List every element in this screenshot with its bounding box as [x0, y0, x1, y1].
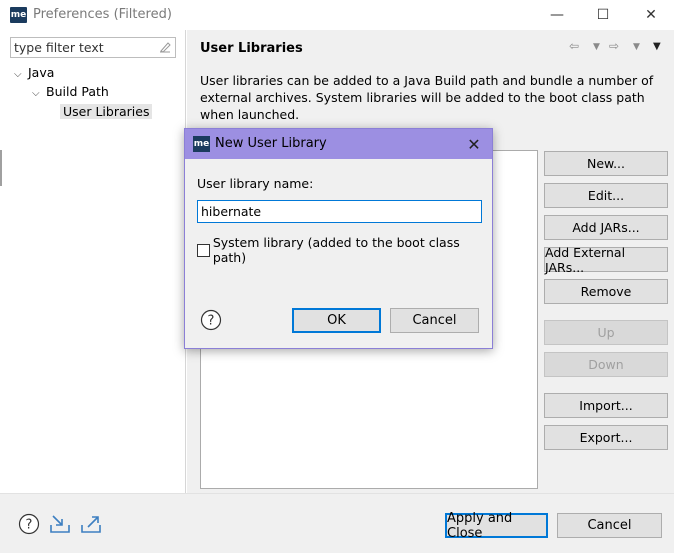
dialog-close-icon[interactable]: ✕: [464, 134, 484, 154]
expand-arrow-icon[interactable]: ⌵: [14, 65, 28, 85]
export-preferences-icon[interactable]: [80, 513, 102, 535]
library-name-label: User library name:: [197, 176, 314, 191]
dialog-titlebar: me New User Library ✕: [185, 129, 492, 159]
bottom-bar: ? Apply and Close Cancel: [0, 493, 674, 553]
remove-button[interactable]: Remove: [544, 279, 668, 304]
window-title: Preferences (Filtered): [33, 7, 172, 22]
ok-button[interactable]: OK: [292, 308, 381, 333]
clear-filter-icon[interactable]: [158, 40, 172, 54]
import-preferences-icon[interactable]: [49, 513, 71, 535]
app-icon: me: [10, 7, 27, 23]
view-menu-icon[interactable]: ▼: [653, 41, 661, 52]
import-button[interactable]: Import...: [544, 393, 668, 418]
system-library-checkbox[interactable]: [197, 243, 210, 257]
help-icon[interactable]: ?: [18, 513, 40, 535]
tree-item-label: User Libraries: [60, 104, 153, 119]
svg-text:?: ?: [208, 314, 215, 329]
dialog-cancel-button[interactable]: Cancel: [390, 308, 479, 333]
preferences-tree-pane: type filter text ⌵ Java ⌵ Build Path User …: [0, 30, 186, 493]
maximize-button[interactable]: ☐: [580, 0, 626, 30]
tree-item-user-libraries[interactable]: User Libraries: [60, 102, 153, 122]
minimize-button[interactable]: —: [534, 0, 580, 30]
tree-item-build-path[interactable]: ⌵ Build Path: [32, 82, 109, 102]
filter-input[interactable]: type filter text: [10, 37, 176, 58]
tree-item-label: Java: [28, 65, 55, 80]
page-navigation: ⇦ ▼ ⇨ ▼ ▼: [569, 39, 669, 57]
forward-dropdown-icon[interactable]: ▼: [633, 42, 640, 52]
forward-icon[interactable]: ⇨: [609, 39, 619, 53]
cancel-button[interactable]: Cancel: [557, 513, 662, 538]
tree-item-label: Build Path: [46, 84, 109, 99]
page-title: User Libraries: [200, 41, 303, 56]
library-name-input[interactable]: [197, 200, 482, 223]
down-button[interactable]: Down: [544, 352, 668, 377]
svg-text:?: ?: [26, 518, 33, 533]
app-icon: me: [193, 136, 210, 152]
new-user-library-dialog: me New User Library ✕ User library name:…: [184, 128, 493, 349]
page-description: User libraries can be added to a Java Bu…: [200, 73, 654, 122]
edit-button[interactable]: Edit...: [544, 183, 668, 208]
help-icon[interactable]: ?: [200, 309, 222, 331]
window-edge-mark: [0, 150, 2, 186]
export-button[interactable]: Export...: [544, 425, 668, 450]
filter-placeholder: type filter text: [14, 40, 104, 55]
expand-arrow-icon[interactable]: ⌵: [32, 84, 46, 104]
apply-and-close-button[interactable]: Apply and Close: [445, 511, 548, 541]
window-titlebar: me Preferences (Filtered) — ☐ ✕: [0, 0, 674, 30]
dialog-title: New User Library: [215, 136, 327, 151]
up-button[interactable]: Up: [544, 320, 668, 345]
system-library-checkbox-row[interactable]: System library (added to the boot class …: [197, 235, 492, 265]
close-window-button[interactable]: ✕: [628, 0, 674, 30]
back-icon[interactable]: ⇦: [569, 39, 579, 53]
tree-item-java[interactable]: ⌵ Java: [14, 63, 54, 83]
system-library-label: System library (added to the boot class …: [212, 235, 460, 265]
new-button[interactable]: New...: [544, 151, 668, 176]
back-dropdown-icon[interactable]: ▼: [593, 42, 600, 52]
add-jars-button[interactable]: Add JARs...: [544, 215, 668, 240]
add-external-jars-button[interactable]: Add External JARs...: [544, 245, 668, 275]
